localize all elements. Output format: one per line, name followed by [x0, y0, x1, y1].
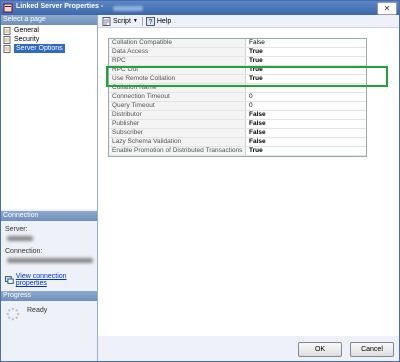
server-properties-icon: [3, 3, 13, 13]
script-button[interactable]: Script ▼: [102, 16, 138, 26]
redacted-server-value: [7, 236, 33, 241]
property-row[interactable]: Data Access True: [109, 48, 366, 57]
property-value[interactable]: True: [246, 48, 366, 56]
page-item-label: Security: [14, 36, 40, 43]
property-name: Subscriber: [109, 129, 246, 137]
help-icon: ?: [145, 16, 155, 26]
property-row[interactable]: Subscriber False: [109, 129, 366, 138]
view-connection-link-text: View connection properties: [15, 273, 67, 287]
close-button[interactable]: ✕: [377, 2, 397, 15]
toolbar: Script ▼ ? Help: [98, 15, 399, 28]
view-connection-properties-link[interactable]: View connection properties: [5, 273, 97, 287]
script-label: Script: [113, 17, 131, 25]
property-value[interactable]: False: [246, 138, 366, 146]
connection-label: Connection:: [5, 248, 43, 255]
progress-status: Ready: [27, 307, 48, 314]
property-row[interactable]: RPC True: [109, 57, 366, 66]
linked-server-properties-window: Linked Server Properties - ✕ Select a pa…: [0, 0, 400, 362]
help-button[interactable]: ? Help: [145, 16, 172, 26]
page-item-server-options[interactable]: Server Options: [3, 44, 83, 53]
cancel-button[interactable]: Cancel: [350, 342, 394, 357]
svg-text:?: ?: [148, 19, 152, 26]
chevron-down-icon: ▼: [132, 18, 138, 24]
property-grid[interactable]: Collation Compatible False Data Access True…: [108, 38, 367, 157]
property-name: RPC: [109, 57, 246, 65]
property-name: Publisher: [109, 120, 246, 128]
property-value[interactable]: False: [246, 39, 366, 47]
property-value[interactable]: False: [246, 120, 366, 128]
property-row[interactable]: Query Timeout 0: [109, 102, 366, 111]
page-icon: [3, 26, 11, 35]
page-item-general[interactable]: General: [3, 26, 83, 35]
server-label: Server:: [5, 226, 28, 233]
property-value[interactable]: False: [246, 129, 366, 137]
property-row[interactable]: Distributor False: [109, 111, 366, 120]
property-name: Query Timeout: [109, 102, 246, 110]
property-name: Lazy Schema Validation: [109, 138, 246, 146]
dialog-footer: OK Cancel: [98, 336, 399, 361]
select-page-header: Select a page: [1, 15, 97, 25]
property-name: Data Access: [109, 48, 246, 56]
redacted-server-name: [113, 6, 143, 11]
property-row[interactable]: Enable Promotion of Distributed Transact…: [109, 147, 366, 156]
progress-header: Progress: [1, 291, 97, 301]
left-pane: Select a page General Security Server Op…: [1, 15, 98, 361]
property-value[interactable]: True: [246, 147, 366, 155]
progress-spinner-icon: [6, 307, 20, 321]
toolbar-separator: [141, 16, 143, 26]
window-title: Linked Server Properties -: [16, 3, 104, 10]
page-item-label: Server Options: [14, 44, 65, 53]
page-item-label: General: [14, 27, 39, 34]
property-value[interactable]: True: [246, 57, 366, 65]
page-list: General Security Server Options: [1, 25, 97, 209]
help-label: Help: [156, 17, 172, 25]
property-value[interactable]: 0: [246, 102, 366, 110]
property-name: Distributor: [109, 111, 246, 119]
redacted-connection-value: [7, 258, 93, 263]
connection-properties-icon: [5, 276, 14, 284]
property-name: Collation Compatible: [109, 39, 246, 47]
page-icon: [3, 35, 11, 44]
title-bar[interactable]: Linked Server Properties - ✕: [1, 1, 399, 15]
page-icon: [3, 44, 11, 53]
script-icon: [102, 16, 111, 26]
property-row[interactable]: Connection Timeout 0: [109, 93, 366, 102]
property-row[interactable]: Collation Compatible False: [109, 39, 366, 48]
page-item-security[interactable]: Security: [3, 35, 83, 44]
property-value[interactable]: False: [246, 111, 366, 119]
connection-header: Connection: [1, 211, 97, 221]
property-row[interactable]: Publisher False: [109, 120, 366, 129]
property-row[interactable]: Lazy Schema Validation False: [109, 138, 366, 147]
highlight-annotation: [106, 66, 388, 87]
property-value[interactable]: 0: [246, 93, 366, 101]
connection-section: Server: Connection: View connection prop…: [1, 221, 97, 291]
property-name: Enable Promotion of Distributed Transact…: [109, 147, 246, 155]
ok-button[interactable]: OK: [298, 342, 342, 357]
property-name: Connection Timeout: [109, 93, 246, 101]
